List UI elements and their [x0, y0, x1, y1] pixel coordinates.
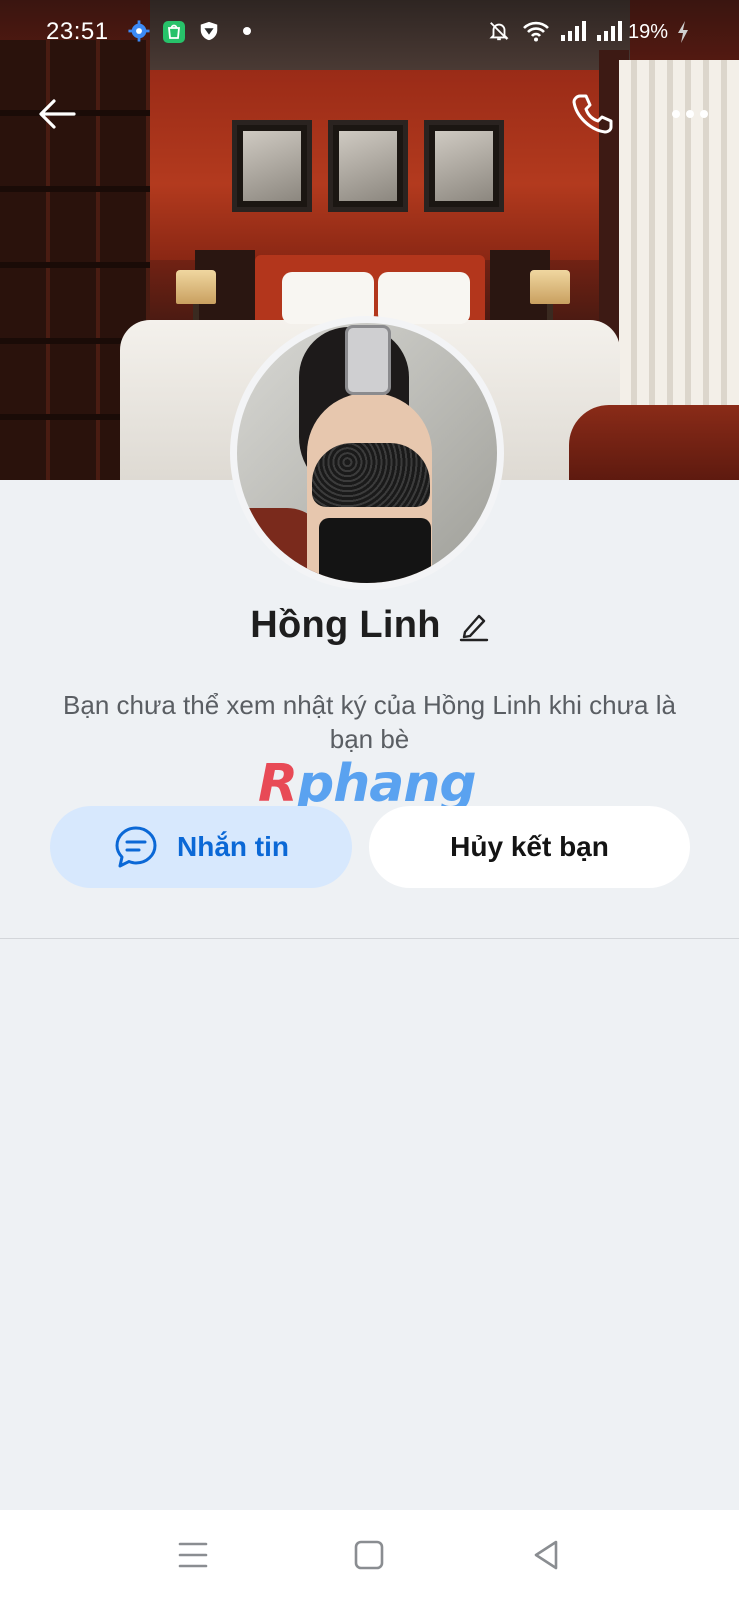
watermark-first-letter: R — [258, 754, 298, 814]
phone-icon[interactable] — [568, 90, 616, 138]
wifi-icon — [523, 21, 549, 42]
unfriend-button[interactable]: Hủy kết bạn — [369, 806, 690, 888]
avatar-photo — [237, 323, 497, 583]
charging-icon — [678, 21, 688, 43]
cover-frame — [232, 120, 312, 212]
signal-icon — [597, 21, 622, 41]
pencil-icon[interactable] — [459, 610, 489, 642]
cover-lamp — [530, 270, 570, 304]
section-divider — [0, 938, 739, 939]
cover-frame — [424, 120, 504, 212]
battery-percent: 19% — [628, 21, 669, 43]
signal-icon — [561, 21, 586, 41]
system-nav-bar — [0, 1510, 739, 1600]
more-icon[interactable] — [666, 90, 714, 138]
cover-chair — [569, 405, 739, 480]
menu-icon[interactable] — [176, 1538, 210, 1572]
watermark-rest: phang — [297, 754, 477, 814]
status-bar: 23:51 19% — [0, 0, 739, 64]
shop-icon — [163, 21, 185, 43]
unfriend-button-label: Hủy kết bạn — [450, 831, 609, 862]
gear-icon — [128, 20, 150, 42]
diary-privacy-notice: Bạn chưa thể xem nhật ký của Hồng Linh k… — [63, 690, 676, 754]
mute-bell-icon — [489, 22, 509, 41]
avatar-top — [312, 443, 430, 507]
cover-frame — [328, 120, 408, 212]
avatar[interactable] — [230, 316, 504, 590]
chat-bubble-icon — [115, 826, 157, 868]
back-triangle-icon[interactable] — [530, 1538, 564, 1572]
dot-icon — [243, 27, 251, 35]
cover-lamp — [176, 270, 216, 304]
message-button-label: Nhắn tin — [177, 831, 289, 862]
status-time: 23:51 — [46, 18, 109, 45]
cover-pillow — [378, 272, 470, 324]
profile-name-row: Hồng Linh — [0, 590, 739, 660]
home-square-icon[interactable] — [352, 1538, 386, 1572]
avatar-phone — [345, 325, 391, 395]
profile-name: Hồng Linh — [250, 603, 441, 646]
shield-icon — [200, 21, 218, 41]
message-button[interactable]: Nhắn tin — [50, 806, 352, 888]
arrow-left-icon[interactable] — [34, 90, 82, 138]
avatar-skirt — [319, 518, 431, 583]
